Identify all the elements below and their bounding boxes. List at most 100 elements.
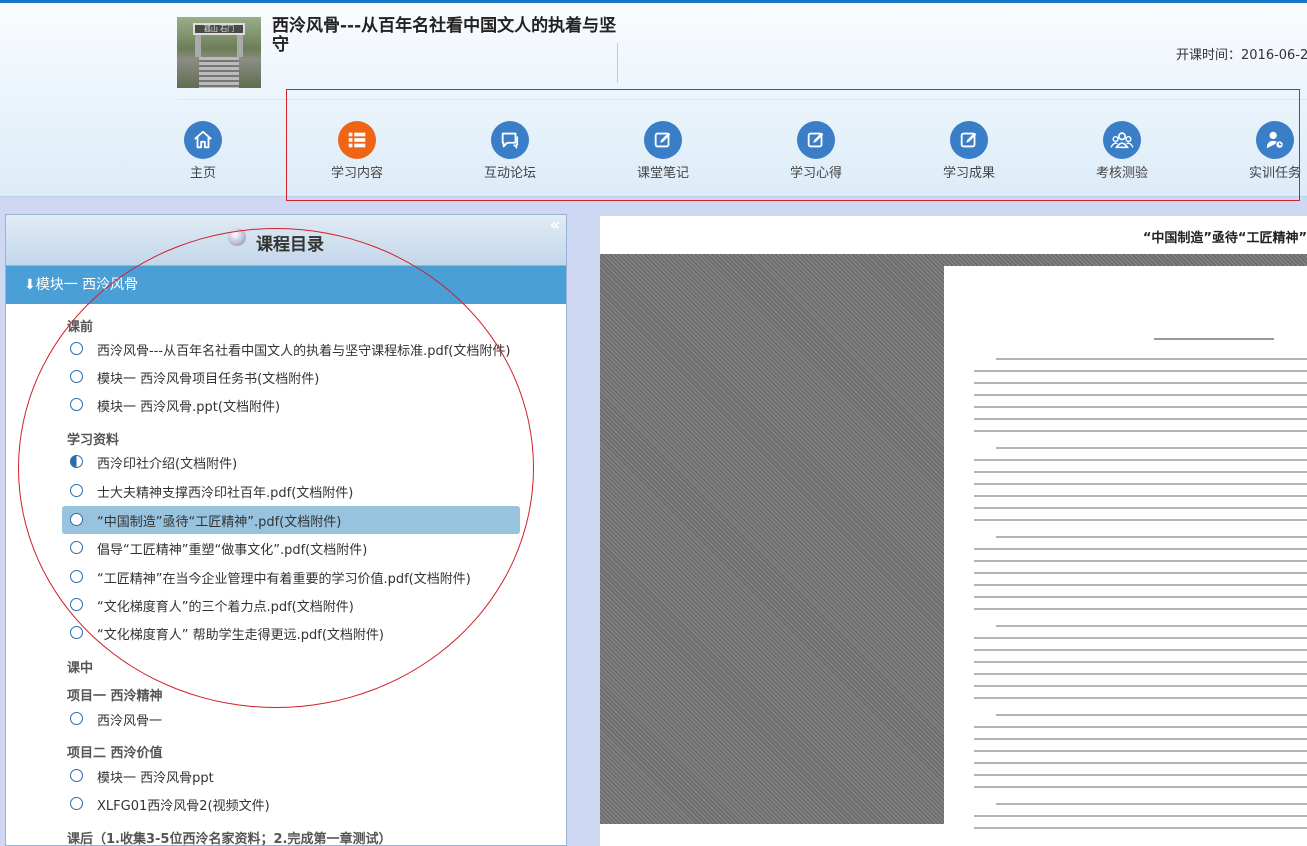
- radio-icon: [70, 769, 83, 782]
- item-label: 模块一 西泠风骨项目任务书(文档附件): [97, 372, 320, 387]
- document-viewer[interactable]: [600, 254, 1307, 846]
- list-item[interactable]: 士大夫精神支撑西泠印社百年.pdf(文档附件): [62, 477, 520, 505]
- page-heading-text: [1154, 338, 1274, 340]
- list-item[interactable]: 模块一 西泠风骨ppt: [62, 762, 520, 790]
- page-text-line: [974, 637, 1307, 639]
- page-text-line: [974, 459, 1307, 461]
- page-text-line: [974, 495, 1307, 497]
- page-text-line: [974, 548, 1307, 550]
- radio-icon: [70, 570, 83, 583]
- page-text-line: [974, 661, 1307, 663]
- item-label: 士大夫精神支撑西泠印社百年.pdf(文档附件): [97, 486, 354, 501]
- page-text-line: [974, 827, 1307, 829]
- radio-icon: [70, 797, 83, 810]
- item-label: 西泠印社介绍(文档附件): [97, 457, 238, 472]
- document-title: “中国制造”亟待“工匠精神”: [1142, 231, 1307, 246]
- page-text-line: [974, 572, 1307, 574]
- page-text-line: [974, 471, 1307, 473]
- page-text-line: [974, 430, 1307, 432]
- page-text-line: [996, 447, 1307, 449]
- thumbnail-caption: 孤山 石门: [203, 25, 235, 33]
- list-item[interactable]: XLFG01西泠风骨2(视频文件): [62, 790, 520, 818]
- list-item[interactable]: 西泠风骨一: [62, 705, 520, 733]
- home-icon: [184, 121, 222, 159]
- page-text-line: [974, 519, 1307, 521]
- course-title: 西泠风骨---从百年名社看中国文人的执着与坚守: [272, 16, 617, 55]
- radio-icon: [70, 370, 83, 383]
- item-label: 西泠风骨---从百年名社看中国文人的执着与坚守课程标准.pdf(文档附件): [97, 344, 511, 359]
- page-text-line: [974, 560, 1307, 562]
- page-text-line: [974, 750, 1307, 752]
- thumbnail-pillar-left: [195, 35, 201, 57]
- course-toc-panel: 课程目录 « ⬇模块一 西泠风骨 课前 西泠风骨---从百年名社看中国文人的执着…: [5, 214, 567, 846]
- list-item[interactable]: “文化梯度育人” 帮助学生走得更远.pdf(文档附件): [62, 619, 520, 647]
- page-text-line: [974, 483, 1307, 485]
- page-text-line: [974, 406, 1307, 408]
- nav-home-label: 主页: [189, 166, 216, 181]
- page-text-line: [974, 762, 1307, 764]
- nav-home[interactable]: 主页: [153, 121, 253, 181]
- item-label: XLFG01西泠风骨2(视频文件): [97, 799, 270, 814]
- list-item-selected[interactable]: “中国制造”亟待“工匠精神”.pdf(文档附件): [62, 506, 520, 534]
- item-label: 西泠风骨一: [97, 714, 163, 729]
- section-in-class: 课中: [67, 661, 94, 676]
- item-label: “文化梯度育人” 帮助学生走得更远.pdf(文档附件): [97, 628, 384, 643]
- page-text-line: [974, 394, 1307, 396]
- radio-icon: [70, 513, 83, 526]
- radio-icon: [70, 541, 83, 554]
- page-text-line: [974, 370, 1307, 372]
- half-progress-radio-icon: [70, 455, 83, 468]
- section-project-1: 项目一 西泠精神: [67, 689, 163, 704]
- list-item[interactable]: 西泠风骨---从百年名社看中国文人的执着与坚守课程标准.pdf(文档附件): [62, 335, 520, 363]
- page-text-line: [974, 697, 1307, 699]
- page-text-line: [974, 738, 1307, 740]
- page-text-line: [974, 726, 1307, 728]
- radio-icon: [70, 342, 83, 355]
- page-text-line: [974, 673, 1307, 675]
- page-text-line: [974, 685, 1307, 687]
- toc-title: 课程目录: [256, 235, 324, 255]
- section-after-class: 课后（1.收集3-5位西泠名家资料；2.完成第一章测试）: [67, 832, 392, 846]
- thumbnail-steps: [199, 57, 239, 88]
- item-label: 倡导“工匠精神”重塑“做事文化”.pdf(文档附件): [97, 543, 368, 558]
- list-item[interactable]: “工匠精神”在当今企业管理中有着重要的学习价值.pdf(文档附件): [62, 563, 520, 591]
- section-project-2: 项目二 西泠价值: [67, 746, 163, 761]
- list-item[interactable]: “文化梯度育人”的三个着力点.pdf(文档附件): [62, 591, 520, 619]
- page-text-line: [996, 803, 1307, 805]
- open-time: 开课时间：2016-06-2: [1176, 48, 1307, 63]
- page-text-line: [996, 714, 1307, 716]
- page-text-line: [974, 382, 1307, 384]
- item-label: “工匠精神”在当今企业管理中有着重要的学习价值.pdf(文档附件): [97, 572, 471, 587]
- page-text-line: [974, 774, 1307, 776]
- section-pre-class: 课前: [67, 320, 94, 335]
- page-text-line: [974, 418, 1307, 420]
- page-text-line: [996, 358, 1307, 360]
- list-item[interactable]: 倡导“工匠精神”重塑“做事文化”.pdf(文档附件): [62, 534, 520, 562]
- thumbnail-gate: 孤山 石门: [193, 23, 245, 35]
- page-text-line: [974, 596, 1307, 598]
- page-text-line: [974, 649, 1307, 651]
- page-text-line: [996, 625, 1307, 627]
- radio-icon: [70, 398, 83, 411]
- list-item[interactable]: 模块一 西泠风骨.ppt(文档附件): [62, 391, 520, 419]
- item-label: 模块一 西泠风骨ppt: [97, 771, 214, 786]
- module-header[interactable]: ⬇模块一 西泠风骨: [6, 265, 566, 304]
- page-text-line: [974, 507, 1307, 509]
- globe-icon: [228, 228, 246, 246]
- item-label: “中国制造”亟待“工匠精神”.pdf(文档附件): [97, 515, 342, 530]
- page-text-line: [974, 815, 1307, 817]
- annotation-rectangle: [286, 89, 1300, 201]
- thumbnail-pillar-right: [237, 35, 243, 57]
- radio-icon: [70, 626, 83, 639]
- page-text-line: [996, 536, 1307, 538]
- section-materials: 学习资料: [67, 433, 120, 448]
- item-label: “文化梯度育人”的三个着力点.pdf(文档附件): [97, 600, 354, 615]
- list-item[interactable]: 西泠印社介绍(文档附件): [62, 448, 520, 476]
- page-text-line: [974, 786, 1307, 788]
- radio-icon: [70, 484, 83, 497]
- collapse-panel-button[interactable]: «: [550, 215, 560, 234]
- course-thumbnail: 孤山 石门: [177, 17, 261, 88]
- document-page: [944, 266, 1307, 846]
- list-item[interactable]: 模块一 西泠风骨项目任务书(文档附件): [62, 363, 520, 391]
- item-label: 模块一 西泠风骨.ppt(文档附件): [97, 400, 281, 415]
